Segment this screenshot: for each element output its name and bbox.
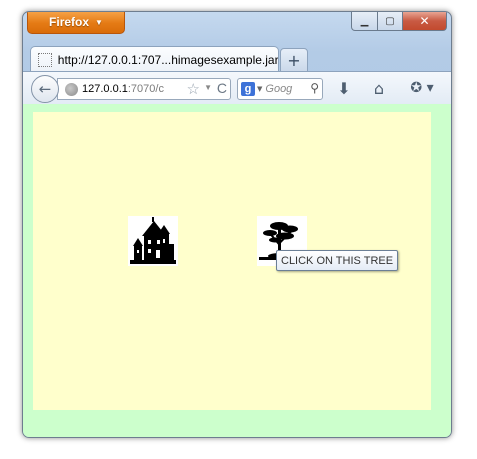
bookmark-star-icon[interactable]: ☆ (187, 80, 200, 98)
firefox-menu-label: Firefox (49, 15, 90, 29)
history-dropdown-icon[interactable]: ▼ (204, 83, 212, 92)
url-bar[interactable]: 127.0.0.1:7070/c ☆ ▼ C (57, 78, 231, 100)
navigation-toolbar: 127.0.0.1:7070/c ☆ ▼ C ← g ▼ Goog ⚲ ⬇ ⌂ … (23, 71, 451, 105)
new-tab-button[interactable]: + (280, 48, 308, 72)
minimize-button[interactable]: ▁ (351, 12, 378, 31)
close-button[interactable]: ✕ (403, 12, 447, 31)
castle-image[interactable] (128, 216, 178, 266)
bookmarks-menu-button[interactable]: ✪ ▾ (405, 78, 439, 98)
maximize-button[interactable]: ▢ (378, 12, 403, 31)
applet-area: CLICK ON THIS TREE (33, 112, 431, 410)
castle-icon (130, 217, 176, 264)
reload-icon[interactable]: C (217, 80, 227, 96)
download-button[interactable]: ⬇ (333, 78, 355, 98)
search-icon[interactable]: ⚲ (310, 81, 319, 95)
back-button[interactable]: ← (31, 75, 59, 103)
url-host: 127.0.0.1 (82, 83, 128, 95)
search-engine-dropdown-icon[interactable]: ▼ (257, 85, 262, 93)
tab-title: http://127.0.0.1:707...himagesexample.ja… (57, 52, 278, 67)
search-engine-icon[interactable]: g (241, 82, 255, 96)
browser-window: Firefox ▼ ▁ ▢ ✕ http://127.0.0.1:707...h… (22, 11, 452, 438)
title-bar: Firefox ▼ ▁ ▢ ✕ (23, 12, 451, 42)
home-button[interactable]: ⌂ (367, 78, 391, 98)
search-bar[interactable]: g ▼ Goog ⚲ (237, 78, 323, 100)
tree-tooltip: CLICK ON THIS TREE (276, 250, 399, 271)
url-path: :7070/c (127, 83, 164, 95)
chevron-down-icon: ▼ (95, 17, 103, 27)
page-favicon-icon (38, 52, 52, 67)
window-controls: ▁ ▢ ✕ (351, 12, 447, 31)
tab-active[interactable]: http://127.0.0.1:707...himagesexample.ja… (30, 46, 279, 72)
firefox-menu-button[interactable]: Firefox ▼ (27, 12, 125, 34)
page-content: CLICK ON THIS TREE (23, 104, 451, 437)
search-input[interactable]: Goog (265, 83, 292, 95)
globe-icon (65, 82, 78, 96)
